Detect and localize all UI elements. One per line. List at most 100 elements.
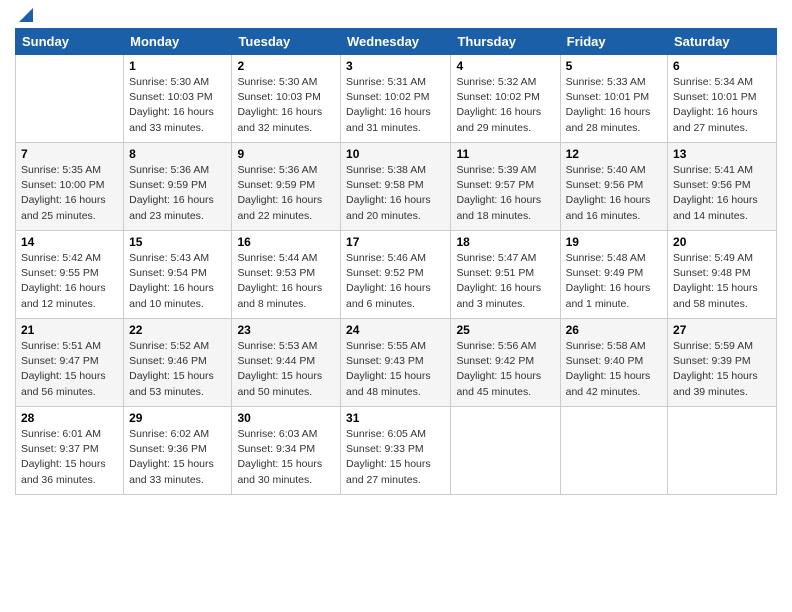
day-info: Sunrise: 5:43 AM Sunset: 9:54 PM Dayligh… <box>129 251 226 312</box>
calendar-week-row: 14Sunrise: 5:42 AM Sunset: 9:55 PM Dayli… <box>16 231 777 319</box>
calendar-table: SundayMondayTuesdayWednesdayThursdayFrid… <box>15 28 777 495</box>
day-info: Sunrise: 5:30 AM Sunset: 10:03 PM Daylig… <box>237 75 335 136</box>
day-number: 12 <box>566 147 662 161</box>
day-number: 6 <box>673 59 771 73</box>
calendar-body: 1 Sunrise: 5:30 AM Sunset: 10:03 PM Dayli… <box>16 55 777 495</box>
day-number: 22 <box>129 323 226 337</box>
day-number: 2 <box>237 59 335 73</box>
calendar-cell: 19 Sunrise: 5:48 AM Sunset: 9:49 PM Dayli… <box>560 231 667 319</box>
day-info: Sunrise: 5:40 AM Sunset: 9:56 PM Dayligh… <box>566 163 662 224</box>
day-number: 1 <box>129 59 226 73</box>
day-info: Sunrise: 5:55 AM Sunset: 9:43 PM Dayligh… <box>346 339 445 400</box>
header-row: SundayMondayTuesdayWednesdayThursdayFrid… <box>16 29 777 55</box>
day-info: Sunrise: 5:48 AM Sunset: 9:49 PM Dayligh… <box>566 251 662 312</box>
calendar-cell: 29 Sunrise: 6:02 AM Sunset: 9:36 PM Dayli… <box>124 407 232 495</box>
calendar-cell: 25 Sunrise: 5:56 AM Sunset: 9:42 PM Dayli… <box>451 319 560 407</box>
calendar-cell: 11 Sunrise: 5:39 AM Sunset: 9:57 PM Dayli… <box>451 143 560 231</box>
day-of-week-header: Wednesday <box>341 29 451 55</box>
day-info: Sunrise: 5:49 AM Sunset: 9:48 PM Dayligh… <box>673 251 771 312</box>
day-number: 28 <box>21 411 118 425</box>
day-info: Sunrise: 6:05 AM Sunset: 9:33 PM Dayligh… <box>346 427 445 488</box>
day-info: Sunrise: 6:03 AM Sunset: 9:34 PM Dayligh… <box>237 427 335 488</box>
day-number: 20 <box>673 235 771 249</box>
day-of-week-header: Sunday <box>16 29 124 55</box>
calendar-week-row: 7Sunrise: 5:35 AM Sunset: 10:00 PM Dayli… <box>16 143 777 231</box>
day-number: 30 <box>237 411 335 425</box>
day-of-week-header: Thursday <box>451 29 560 55</box>
day-info: Sunrise: 5:56 AM Sunset: 9:42 PM Dayligh… <box>456 339 554 400</box>
day-number: 3 <box>346 59 445 73</box>
day-number: 9 <box>237 147 335 161</box>
day-number: 14 <box>21 235 118 249</box>
day-number: 16 <box>237 235 335 249</box>
calendar-week-row: 28 Sunrise: 6:01 AM Sunset: 9:37 PM Dayli… <box>16 407 777 495</box>
calendar-cell: 21Sunrise: 5:51 AM Sunset: 9:47 PM Dayli… <box>16 319 124 407</box>
calendar-cell <box>668 407 777 495</box>
day-number: 25 <box>456 323 554 337</box>
calendar-cell: 22 Sunrise: 5:52 AM Sunset: 9:46 PM Dayli… <box>124 319 232 407</box>
header <box>15 10 777 24</box>
calendar-cell: 6 Sunrise: 5:34 AM Sunset: 10:01 PM Dayli… <box>668 55 777 143</box>
calendar-cell: 15 Sunrise: 5:43 AM Sunset: 9:54 PM Dayli… <box>124 231 232 319</box>
calendar-header: SundayMondayTuesdayWednesdayThursdayFrid… <box>16 29 777 55</box>
day-of-week-header: Tuesday <box>232 29 341 55</box>
calendar-cell: 27Sunrise: 5:59 AM Sunset: 9:39 PM Dayli… <box>668 319 777 407</box>
day-info: Sunrise: 5:31 AM Sunset: 10:02 PM Daylig… <box>346 75 445 136</box>
calendar-cell: 8 Sunrise: 5:36 AM Sunset: 9:59 PM Daylig… <box>124 143 232 231</box>
day-number: 23 <box>237 323 335 337</box>
day-number: 8 <box>129 147 226 161</box>
day-number: 10 <box>346 147 445 161</box>
day-of-week-header: Saturday <box>668 29 777 55</box>
day-number: 11 <box>456 147 554 161</box>
day-number: 31 <box>346 411 445 425</box>
day-info: Sunrise: 6:01 AM Sunset: 9:37 PM Dayligh… <box>21 427 118 488</box>
calendar-cell: 9 Sunrise: 5:36 AM Sunset: 9:59 PM Daylig… <box>232 143 341 231</box>
calendar-cell <box>16 55 124 143</box>
day-number: 29 <box>129 411 226 425</box>
calendar-cell <box>451 407 560 495</box>
day-info: Sunrise: 5:39 AM Sunset: 9:57 PM Dayligh… <box>456 163 554 224</box>
day-number: 4 <box>456 59 554 73</box>
calendar-cell: 7Sunrise: 5:35 AM Sunset: 10:00 PM Dayli… <box>16 143 124 231</box>
logo <box>15 10 35 24</box>
day-number: 18 <box>456 235 554 249</box>
calendar-cell: 24 Sunrise: 5:55 AM Sunset: 9:43 PM Dayli… <box>341 319 451 407</box>
day-info: Sunrise: 5:41 AM Sunset: 9:56 PM Dayligh… <box>673 163 771 224</box>
calendar-week-row: 21Sunrise: 5:51 AM Sunset: 9:47 PM Dayli… <box>16 319 777 407</box>
day-info: Sunrise: 5:34 AM Sunset: 10:01 PM Daylig… <box>673 75 771 136</box>
calendar-cell: 23Sunrise: 5:53 AM Sunset: 9:44 PM Dayli… <box>232 319 341 407</box>
calendar-cell: 4Sunrise: 5:32 AM Sunset: 10:02 PM Dayli… <box>451 55 560 143</box>
calendar-cell: 20 Sunrise: 5:49 AM Sunset: 9:48 PM Dayli… <box>668 231 777 319</box>
day-info: Sunrise: 5:58 AM Sunset: 9:40 PM Dayligh… <box>566 339 662 400</box>
calendar-cell: 28 Sunrise: 6:01 AM Sunset: 9:37 PM Dayli… <box>16 407 124 495</box>
calendar-cell: 14Sunrise: 5:42 AM Sunset: 9:55 PM Dayli… <box>16 231 124 319</box>
day-number: 5 <box>566 59 662 73</box>
calendar-cell: 18 Sunrise: 5:47 AM Sunset: 9:51 PM Dayli… <box>451 231 560 319</box>
calendar-cell: 5 Sunrise: 5:33 AM Sunset: 10:01 PM Dayli… <box>560 55 667 143</box>
calendar-cell: 10Sunrise: 5:38 AM Sunset: 9:58 PM Dayli… <box>341 143 451 231</box>
day-number: 24 <box>346 323 445 337</box>
day-number: 19 <box>566 235 662 249</box>
day-info: Sunrise: 5:47 AM Sunset: 9:51 PM Dayligh… <box>456 251 554 312</box>
day-info: Sunrise: 5:30 AM Sunset: 10:03 PM Daylig… <box>129 75 226 136</box>
calendar-cell: 30 Sunrise: 6:03 AM Sunset: 9:34 PM Dayli… <box>232 407 341 495</box>
calendar-cell: 2 Sunrise: 5:30 AM Sunset: 10:03 PM Dayli… <box>232 55 341 143</box>
day-number: 7 <box>21 147 118 161</box>
day-info: Sunrise: 6:02 AM Sunset: 9:36 PM Dayligh… <box>129 427 226 488</box>
calendar-week-row: 1 Sunrise: 5:30 AM Sunset: 10:03 PM Dayli… <box>16 55 777 143</box>
day-info: Sunrise: 5:52 AM Sunset: 9:46 PM Dayligh… <box>129 339 226 400</box>
calendar-cell: 17Sunrise: 5:46 AM Sunset: 9:52 PM Dayli… <box>341 231 451 319</box>
day-number: 13 <box>673 147 771 161</box>
day-number: 17 <box>346 235 445 249</box>
day-of-week-header: Friday <box>560 29 667 55</box>
day-number: 26 <box>566 323 662 337</box>
day-info: Sunrise: 5:36 AM Sunset: 9:59 PM Dayligh… <box>129 163 226 224</box>
day-number: 27 <box>673 323 771 337</box>
day-info: Sunrise: 5:36 AM Sunset: 9:59 PM Dayligh… <box>237 163 335 224</box>
day-number: 15 <box>129 235 226 249</box>
calendar-cell: 12 Sunrise: 5:40 AM Sunset: 9:56 PM Dayli… <box>560 143 667 231</box>
logo-triangle-icon <box>17 6 35 24</box>
day-info: Sunrise: 5:33 AM Sunset: 10:01 PM Daylig… <box>566 75 662 136</box>
calendar-cell: 26 Sunrise: 5:58 AM Sunset: 9:40 PM Dayli… <box>560 319 667 407</box>
day-info: Sunrise: 5:51 AM Sunset: 9:47 PM Dayligh… <box>21 339 118 400</box>
